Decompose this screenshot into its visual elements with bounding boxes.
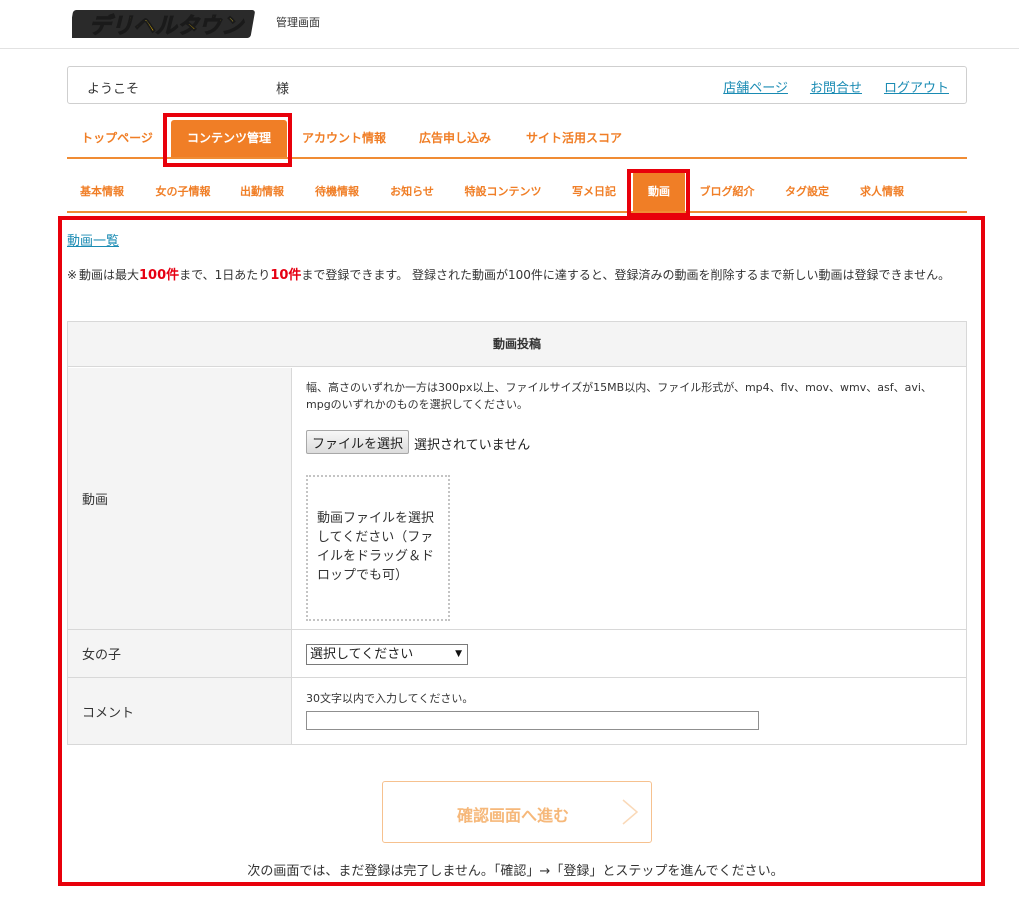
subtab-basic-info[interactable]: 基本情報 <box>67 171 137 211</box>
account-links: 店舗ページ お問合せ ログアウト <box>723 77 949 96</box>
notice-max-count: 100件 <box>139 268 180 283</box>
girl-select[interactable]: 選択してください ▼ <box>306 644 468 665</box>
subtab-attendance[interactable]: 出勤情報 <box>231 171 293 211</box>
video-post-form: 動画投稿 動画 幅、高さのいずれか一方は300px以上、ファイルサイズが15MB… <box>67 321 967 745</box>
notice-text-2: まで、1日あたり <box>179 268 271 282</box>
video-dropzone[interactable]: 動画ファイルを選択してください（ファイルをドラッグ＆ドロップでも可） <box>306 475 450 621</box>
comment-input[interactable] <box>306 711 759 730</box>
subtab-tag-settings[interactable]: タグ設定 <box>775 171 839 211</box>
comment-label: コメント <box>68 678 292 744</box>
video-list-link[interactable]: 動画一覧 <box>67 230 119 249</box>
proceed-to-confirm-button[interactable]: 確認画面へ進む <box>382 781 652 843</box>
file-status-text: 選択されていません <box>414 438 531 453</box>
welcome-bar: ようこそ 様 店舗ページ お問合せ ログアウト <box>67 66 967 104</box>
sub-nav-tabs: 基本情報 女の子情報 出勤情報 待機情報 お知らせ 特設コンテンツ 写メ日記 動… <box>67 171 967 213</box>
shop-page-link[interactable]: 店舗ページ <box>723 77 788 96</box>
tab-top-page[interactable]: トップページ <box>67 120 167 157</box>
tab-ad-application[interactable]: 広告申し込み <box>405 120 505 157</box>
confirm-button-label: 確認画面へ進む <box>457 808 570 825</box>
contact-link[interactable]: お問合せ <box>810 77 862 96</box>
choose-file-button[interactable]: ファイルを選択 <box>306 430 409 454</box>
video-field: 幅、高さのいずれか一方は300px以上、ファイルサイズが15MB以内、ファイル形… <box>306 368 950 629</box>
subtab-photo-diary[interactable]: 写メ日記 <box>563 171 625 211</box>
notice-text-3: まで登録できます。 登録された動画が100件に達すると、登録済みの動画を削除する… <box>301 268 951 282</box>
dropdown-arrow-icon: ▼ <box>455 649 462 659</box>
subtab-news[interactable]: お知らせ <box>381 171 443 211</box>
subtab-girls-info[interactable]: 女の子情報 <box>147 171 219 211</box>
welcome-suffix: 様 <box>276 82 290 97</box>
subtab-video[interactable]: 動画 <box>633 171 685 211</box>
tab-content-management[interactable]: コンテンツ管理 <box>171 120 287 157</box>
girl-select-value: 選択してください <box>310 647 414 662</box>
tab-site-score[interactable]: サイト活用スコア <box>515 120 633 157</box>
video-label: 動画 <box>68 368 292 629</box>
notice-daily-count: 10件 <box>270 268 302 283</box>
subtab-special-content[interactable]: 特設コンテンツ <box>455 171 551 211</box>
form-row-girl: 女の子 選択してください ▼ <box>68 630 966 678</box>
notice-mark: ※ <box>67 268 78 282</box>
tab-account-info[interactable]: アカウント情報 <box>293 120 395 157</box>
girl-field: 選択してください ▼ <box>306 630 950 677</box>
logout-link[interactable]: ログアウト <box>884 77 949 96</box>
form-row-comment: コメント 30文字以内で入力してください。 <box>68 678 966 744</box>
form-row-video: 動画 幅、高さのいずれか一方は300px以上、ファイルサイズが15MB以内、ファ… <box>68 368 966 630</box>
comment-help-text: 30文字以内で入力してください。 <box>306 692 474 705</box>
welcome-label: ようこそ <box>87 82 140 97</box>
registration-notice: ※ 動画は最大100件まで、1日あたり10件まで登録できます。 登録された動画が1… <box>67 266 967 285</box>
subtab-standby[interactable]: 待機情報 <box>305 171 369 211</box>
subtab-recruit[interactable]: 求人情報 <box>849 171 915 211</box>
form-title: 動画投稿 <box>68 322 966 367</box>
step-footnote: 次の画面では、まだ登録は完了しません。「確認」→「登録」とステップを進んでくださ… <box>247 864 784 879</box>
girl-label: 女の子 <box>68 630 292 677</box>
site-logo[interactable]: デリヘルタウン <box>72 6 258 42</box>
comment-field: 30文字以内で入力してください。 <box>306 678 950 744</box>
video-help-text: 幅、高さのいずれか一方は300px以上、ファイルサイズが15MB以内、ファイル形… <box>306 381 932 411</box>
logo-text: デリヘルタウン <box>89 13 245 39</box>
page-header: デリヘルタウン 管理画面 <box>0 0 1019 49</box>
header-title: 管理画面 <box>276 16 320 29</box>
subtab-blog-intro[interactable]: ブログ紹介 <box>691 171 763 211</box>
main-nav-tabs: トップページ コンテンツ管理 アカウント情報 広告申し込み サイト活用スコア <box>67 120 967 159</box>
chevron-right-icon <box>622 799 639 825</box>
notice-text-1: 動画は最大 <box>79 268 140 282</box>
